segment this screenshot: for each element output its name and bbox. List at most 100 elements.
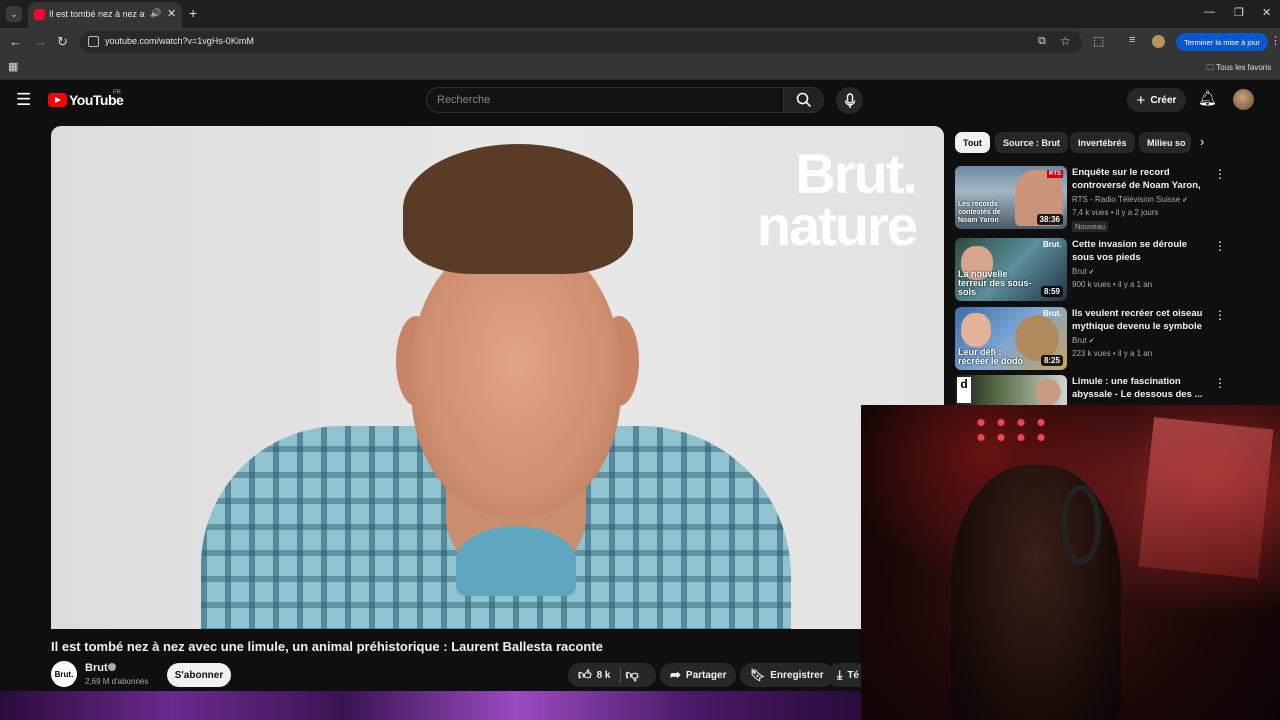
rts-logo: RTS xyxy=(1047,170,1063,178)
verified-check-icon: ✔ xyxy=(1086,269,1095,276)
recommendation-title[interactable]: Enquête sur le record controversé de Noa… xyxy=(1072,166,1210,192)
plus-icon: + xyxy=(1136,91,1146,109)
folder-icon: 🗀 xyxy=(1206,63,1217,72)
channel-avatar[interactable]: Brut. xyxy=(51,661,77,687)
filter-chip-invertebrates[interactable]: Invertébrés xyxy=(1070,132,1135,153)
browser-toolbar: ← → ↻ youtube.com/watch?v=1vgHs-0KimM ⧉ … xyxy=(0,28,1280,56)
video-thumbnail[interactable]: Brut. Leur défi : recréer le dodo 8:25 xyxy=(955,307,1067,370)
update-browser-button[interactable]: Terminer la mise à jour xyxy=(1176,33,1268,51)
channel-name[interactable]: Brut xyxy=(85,662,108,674)
bookmark-icon: 🔖︎ xyxy=(750,668,766,682)
create-button[interactable]: + Créer xyxy=(1127,88,1186,112)
like-divider xyxy=(619,667,621,683)
url-text[interactable]: youtube.com/watch?v=1vgHs-0KimM xyxy=(105,36,254,46)
reload-icon[interactable]: ↻ xyxy=(57,34,68,50)
hamburger-menu-icon[interactable]: ☰ xyxy=(16,90,31,110)
forward-arrow-icon[interactable]: → xyxy=(34,34,47,49)
recommendation-meta: 223 k vues • il y a 1 an xyxy=(1072,349,1153,358)
webcam-headset xyxy=(1061,485,1101,565)
chips-next-chevron-icon[interactable]: › xyxy=(1200,134,1204,149)
recommendation-title[interactable]: Ils veulent recréer cet oiseau mythique … xyxy=(1072,307,1210,333)
thumbs-up-icon[interactable]: 👍︎ xyxy=(578,667,592,683)
browser-tab[interactable]: Il est tombé nez à nez avec 🔊 ✕ xyxy=(28,2,182,28)
brut-nature-watermark: Brut. nature xyxy=(757,142,918,253)
like-count[interactable]: 8 k xyxy=(597,670,611,681)
browser-tab-strip: ⌄ Il est tombé nez à nez avec 🔊 ✕ + — ❐ … xyxy=(0,0,1280,28)
video-title: Il est tombé nez à nez avec une limule, … xyxy=(51,639,603,654)
recommendation-meta: 7,4 k vues • il y a 2 jours xyxy=(1072,208,1159,217)
recommendation-item[interactable]: Brut. La nouvelle terreur des sous-sols … xyxy=(955,238,1275,304)
more-options-icon[interactable]: ⋮ xyxy=(1214,376,1226,390)
window-close-icon[interactable]: ✕ xyxy=(1262,6,1271,19)
save-label: Enregistrer xyxy=(770,669,824,681)
install-app-icon[interactable]: ⧉ xyxy=(1038,35,1046,48)
all-bookmarks-button[interactable]: 🗀 Tous les favoris xyxy=(1206,62,1271,76)
video-thumbnail[interactable]: RTS Les records contestés de Noam Yaron … xyxy=(955,166,1067,229)
bookmarks-bar: ▦ 🗀 Tous les favoris xyxy=(0,56,1280,80)
stream-overlay-banner xyxy=(0,691,861,720)
tab-close-icon[interactable]: ✕ xyxy=(167,7,176,20)
video-frame-hair xyxy=(403,144,633,274)
voice-search-button[interactable] xyxy=(836,87,863,114)
recommendation-channel[interactable]: Brut ✔ xyxy=(1072,267,1094,276)
thumbnail-person xyxy=(961,313,991,347)
more-options-icon[interactable]: ⋮ xyxy=(1214,167,1226,181)
maximize-icon[interactable]: ❐ xyxy=(1234,6,1244,19)
verified-check-icon xyxy=(108,663,116,671)
audio-playing-icon[interactable]: 🔊 xyxy=(150,8,161,19)
recommendation-meta: 900 k vues • il y a 1 an xyxy=(1072,280,1153,289)
back-arrow-icon[interactable]: ← xyxy=(9,34,22,49)
download-label: Té xyxy=(847,669,859,681)
minimize-icon[interactable]: — xyxy=(1204,6,1215,18)
apps-grid-icon[interactable]: ▦ xyxy=(8,60,18,73)
recommendation-channel[interactable]: RTS - Radio Télévision Suisse ✔ xyxy=(1072,195,1188,204)
recommendation-title[interactable]: Cette invasion se déroule sous vos pieds xyxy=(1072,238,1210,264)
notifications-bell-icon[interactable]: 🔔︎ xyxy=(1198,89,1217,107)
video-duration: 8:25 xyxy=(1040,355,1063,366)
share-button[interactable]: ➦ Partager xyxy=(660,663,737,687)
watermark-line-1: Brut. xyxy=(795,142,918,205)
like-dislike-group: 👍︎ 8 k 👎︎ xyxy=(568,663,656,687)
microphone-icon xyxy=(844,92,855,108)
search-input[interactable] xyxy=(437,94,767,106)
recommendation-item[interactable]: Brut. Leur défi : recréer le dodo 8:25 I… xyxy=(955,307,1275,373)
address-bar[interactable]: youtube.com/watch?v=1vgHs-0KimM ⧉ ☆ xyxy=(80,31,1082,53)
video-player[interactable]: Brut. nature xyxy=(51,126,944,629)
search-button[interactable] xyxy=(784,87,824,113)
webcam-led-lights xyxy=(971,415,1051,445)
youtube-logo-icon[interactable] xyxy=(48,93,67,107)
browser-menu-icon[interactable]: ⋮ xyxy=(1270,34,1280,47)
create-label: Créer xyxy=(1150,94,1177,106)
extensions-icon[interactable]: ⬚ xyxy=(1093,34,1104,48)
download-button[interactable]: ⤓ Té xyxy=(827,663,861,687)
more-options-icon[interactable]: ⋮ xyxy=(1214,308,1226,322)
filter-chip-all[interactable]: Tout xyxy=(955,132,990,153)
media-control-icon[interactable]: ≡ xyxy=(1129,34,1135,46)
recommendation-item[interactable]: RTS Les records contestés de Noam Yaron … xyxy=(955,166,1275,232)
tab-title: Il est tombé nez à nez avec xyxy=(49,9,145,19)
brut-logo: Brut. xyxy=(1043,240,1062,249)
save-button[interactable]: 🔖︎ Enregistrer xyxy=(740,663,834,687)
user-avatar[interactable] xyxy=(1233,89,1254,110)
browser-profile-avatar[interactable] xyxy=(1152,35,1165,48)
search-box[interactable] xyxy=(426,87,784,113)
video-thumbnail[interactable]: Brut. La nouvelle terreur des sous-sols … xyxy=(955,238,1067,301)
recommendation-channel[interactable]: Brut ✔ xyxy=(1072,336,1094,345)
recommendation-title[interactable]: Limule : une fascination abyssale - Le d… xyxy=(1072,375,1210,401)
brut-logo: Brut. xyxy=(1043,309,1062,318)
channel-mark: d xyxy=(957,377,971,403)
more-options-icon[interactable]: ⋮ xyxy=(1214,239,1226,253)
search-icon xyxy=(796,92,811,108)
youtube-header: ☰ YouTube FR + Créer 🔔︎ xyxy=(0,81,1280,121)
share-label: Partager xyxy=(685,669,727,681)
thumbs-down-icon[interactable]: 👎︎ xyxy=(626,667,639,683)
filter-chip-environment[interactable]: Milieu so xyxy=(1139,132,1191,153)
streamer-webcam-overlay xyxy=(861,405,1280,720)
subscribe-button[interactable]: S'abonner xyxy=(167,663,231,687)
new-tab-icon[interactable]: + xyxy=(189,5,197,21)
filter-chip-source[interactable]: Source : Brut xyxy=(995,132,1069,153)
bookmark-star-icon[interactable]: ☆ xyxy=(1060,34,1071,48)
site-info-icon[interactable] xyxy=(88,36,99,47)
tab-search-chevron-icon[interactable]: ⌄ xyxy=(6,6,22,22)
video-duration: 38:36 xyxy=(1036,214,1063,225)
